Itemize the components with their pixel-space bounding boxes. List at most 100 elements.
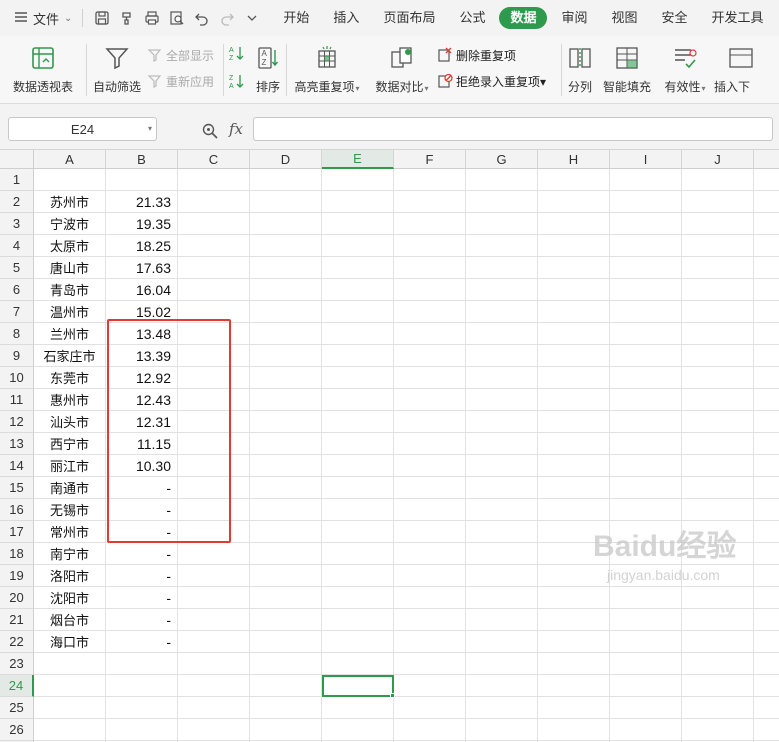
- cell-b4[interactable]: 18.25: [106, 235, 178, 257]
- show-all-button[interactable]: 全部显示: [147, 45, 223, 65]
- cell-e8[interactable]: [322, 323, 394, 345]
- row-header[interactable]: 23: [0, 653, 34, 675]
- cell-d5[interactable]: [250, 257, 322, 279]
- cell-a22[interactable]: 海口市: [34, 631, 106, 653]
- fill-handle[interactable]: [390, 693, 395, 698]
- cell-d6[interactable]: [250, 279, 322, 301]
- cell-f7[interactable]: [394, 301, 466, 323]
- cell-e1[interactable]: [322, 169, 394, 191]
- cell-i25[interactable]: [610, 697, 682, 719]
- cell-e19[interactable]: [322, 565, 394, 587]
- cell-j8[interactable]: [682, 323, 754, 345]
- cell-h15[interactable]: [538, 477, 610, 499]
- cell-c14[interactable]: [178, 455, 250, 477]
- cell-e9[interactable]: [322, 345, 394, 367]
- cell-f18[interactable]: [394, 543, 466, 565]
- cell-k21[interactable]: [754, 609, 779, 631]
- tab-security[interactable]: 安全: [652, 7, 698, 29]
- cell-f23[interactable]: [394, 653, 466, 675]
- spreadsheet-grid[interactable]: A B C D E F G H I J 1 2 苏州市 21.33 3 宁波市 19.35 4 太原市 18.25 5 唐…: [0, 150, 779, 742]
- tab-developer[interactable]: 开发工具: [702, 7, 774, 29]
- cell-h21[interactable]: [538, 609, 610, 631]
- cell-h9[interactable]: [538, 345, 610, 367]
- cell-h25[interactable]: [538, 697, 610, 719]
- cell-j10[interactable]: [682, 367, 754, 389]
- cell-k13[interactable]: [754, 433, 779, 455]
- cell-c8[interactable]: [178, 323, 250, 345]
- cell-a23[interactable]: [34, 653, 106, 675]
- cell-e16[interactable]: [322, 499, 394, 521]
- cell-g17[interactable]: [466, 521, 538, 543]
- column-header-f[interactable]: F: [394, 150, 466, 169]
- row-header[interactable]: 12: [0, 411, 34, 433]
- cell-e23[interactable]: [322, 653, 394, 675]
- cell-b26[interactable]: [106, 719, 178, 741]
- cell-b15[interactable]: -: [106, 477, 178, 499]
- row-header[interactable]: 2: [0, 191, 34, 213]
- cell-f3[interactable]: [394, 213, 466, 235]
- column-header-a[interactable]: A: [34, 150, 106, 169]
- column-header-i[interactable]: I: [610, 150, 682, 169]
- cell-i10[interactable]: [610, 367, 682, 389]
- cell-i23[interactable]: [610, 653, 682, 675]
- cell-k16[interactable]: [754, 499, 779, 521]
- cell-j11[interactable]: [682, 389, 754, 411]
- cell-c7[interactable]: [178, 301, 250, 323]
- column-header-j[interactable]: J: [682, 150, 754, 169]
- cell-j3[interactable]: [682, 213, 754, 235]
- cell-f10[interactable]: [394, 367, 466, 389]
- cell-k18[interactable]: [754, 543, 779, 565]
- row-header[interactable]: 8: [0, 323, 34, 345]
- cell-j9[interactable]: [682, 345, 754, 367]
- cell-a16[interactable]: 无锡市: [34, 499, 106, 521]
- cell-g20[interactable]: [466, 587, 538, 609]
- column-header-partial[interactable]: [754, 150, 779, 169]
- cell-i1[interactable]: [610, 169, 682, 191]
- cell-i24[interactable]: [610, 675, 682, 697]
- row-header[interactable]: 9: [0, 345, 34, 367]
- cell-d11[interactable]: [250, 389, 322, 411]
- cell-a9[interactable]: 石家庄市: [34, 345, 106, 367]
- cell-c9[interactable]: [178, 345, 250, 367]
- cell-h16[interactable]: [538, 499, 610, 521]
- tab-review[interactable]: 审阅: [551, 7, 597, 29]
- select-all-corner[interactable]: [0, 150, 34, 169]
- cell-i13[interactable]: [610, 433, 682, 455]
- cell-d24[interactable]: [250, 675, 322, 697]
- row-header[interactable]: 15: [0, 477, 34, 499]
- cell-h10[interactable]: [538, 367, 610, 389]
- cell-e15[interactable]: [322, 477, 394, 499]
- autofilter-button[interactable]: 自动筛选: [87, 36, 147, 104]
- tab-page-layout[interactable]: 页面布局: [373, 7, 445, 29]
- cell-k7[interactable]: [754, 301, 779, 323]
- cell-d21[interactable]: [250, 609, 322, 631]
- row-header[interactable]: 24: [0, 675, 34, 697]
- cell-c13[interactable]: [178, 433, 250, 455]
- cell-i3[interactable]: [610, 213, 682, 235]
- tab-data[interactable]: 数据: [499, 7, 548, 29]
- cell-g4[interactable]: [466, 235, 538, 257]
- cell-d20[interactable]: [250, 587, 322, 609]
- cell-a1[interactable]: [34, 169, 106, 191]
- cell-g2[interactable]: [466, 191, 538, 213]
- smart-fill-button[interactable]: 智能填充: [598, 36, 656, 104]
- cell-j12[interactable]: [682, 411, 754, 433]
- cell-j6[interactable]: [682, 279, 754, 301]
- cell-h22[interactable]: [538, 631, 610, 653]
- cell-j13[interactable]: [682, 433, 754, 455]
- cell-g12[interactable]: [466, 411, 538, 433]
- cell-i26[interactable]: [610, 719, 682, 741]
- cell-k15[interactable]: [754, 477, 779, 499]
- sort-descending-icon[interactable]: ZA: [228, 72, 246, 90]
- cell-d15[interactable]: [250, 477, 322, 499]
- cell-c4[interactable]: [178, 235, 250, 257]
- data-validation-button[interactable]: 有效性▾: [656, 36, 714, 104]
- cell-d10[interactable]: [250, 367, 322, 389]
- undo-icon[interactable]: [191, 7, 213, 29]
- cell-b17[interactable]: -: [106, 521, 178, 543]
- cell-d13[interactable]: [250, 433, 322, 455]
- cell-d22[interactable]: [250, 631, 322, 653]
- cell-e25[interactable]: [322, 697, 394, 719]
- cell-c17[interactable]: [178, 521, 250, 543]
- cell-b7[interactable]: 15.02: [106, 301, 178, 323]
